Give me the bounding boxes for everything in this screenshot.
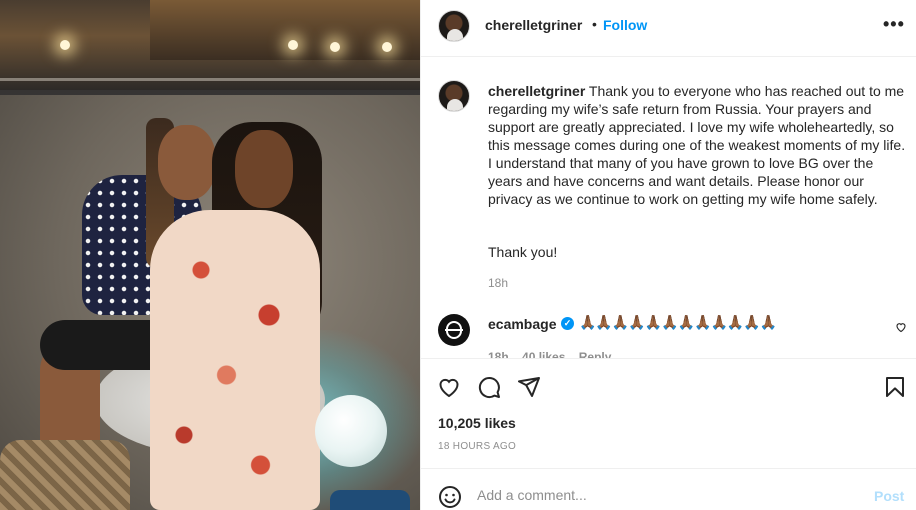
photo-person-dress	[150, 210, 320, 510]
heart-icon[interactable]	[437, 375, 461, 399]
photo-person-head	[235, 130, 293, 208]
share-icon[interactable]	[517, 375, 541, 399]
comment-likes[interactable]: 40 likes	[522, 350, 565, 358]
photo-basket	[0, 440, 130, 510]
posted-time[interactable]: 18 HOURS AGO	[438, 441, 516, 452]
avatar[interactable]	[438, 10, 470, 42]
photo-light-sphere	[315, 395, 387, 467]
header-separator: •	[592, 16, 597, 32]
photo-building	[150, 0, 420, 60]
follow-button[interactable]: Follow	[603, 17, 647, 33]
photo-railing	[0, 78, 420, 81]
photo-blue-object	[330, 490, 410, 510]
caption-username[interactable]: cherelletgriner	[488, 83, 585, 99]
photo-light	[330, 42, 340, 52]
comment-icon[interactable]	[477, 375, 501, 399]
add-comment-bar: Post	[421, 468, 916, 510]
post-photo[interactable]	[0, 0, 420, 510]
header-username[interactable]: cherelletgriner	[485, 17, 582, 33]
caption-text: Thank you to everyone who has reached ou…	[488, 83, 906, 207]
verified-badge-icon: ✓	[561, 317, 574, 330]
caption-thanks: Thank you!	[488, 244, 558, 260]
caption: cherelletgriner Thank you to everyone wh…	[488, 82, 908, 208]
avatar[interactable]	[438, 80, 470, 112]
photo-light	[288, 40, 298, 50]
bookmark-icon[interactable]	[883, 375, 907, 399]
emoji-icon[interactable]	[438, 485, 462, 509]
comment-text: 🙏🏾🙏🏾🙏🏾🙏🏾🙏🏾🙏🏾🙏🏾🙏🏾🙏🏾🙏🏾🙏🏾🙏🏾	[579, 314, 777, 330]
photo-light	[60, 40, 70, 50]
comment-username[interactable]: ecambage	[488, 316, 556, 332]
comment-reply-button[interactable]: Reply	[579, 350, 612, 358]
post-comment-button[interactable]: Post	[874, 488, 904, 504]
comment-input[interactable]	[477, 483, 857, 507]
comment-timestamp[interactable]: 18h	[488, 350, 509, 358]
photo-light	[382, 42, 392, 52]
likes-count[interactable]: 10,205 likes	[438, 415, 516, 431]
comment-heart-icon[interactable]	[895, 321, 907, 333]
post-panel: cherelletgriner • Follow ••• cherelletgr…	[420, 0, 916, 510]
post-header: cherelletgriner • Follow •••	[421, 0, 916, 57]
photo-person-head	[158, 125, 216, 200]
caption-timestamp[interactable]: 18h	[488, 276, 508, 290]
more-options-icon[interactable]: •••	[883, 14, 905, 35]
comments-section[interactable]: cherelletgriner Thank you to everyone wh…	[421, 58, 916, 358]
avatar[interactable]	[438, 314, 470, 346]
avatar-logo-bar	[445, 329, 463, 331]
comment-meta: 18h 40 likes Reply	[488, 350, 621, 358]
post-actions: 10,205 likes 18 HOURS AGO	[421, 358, 916, 468]
